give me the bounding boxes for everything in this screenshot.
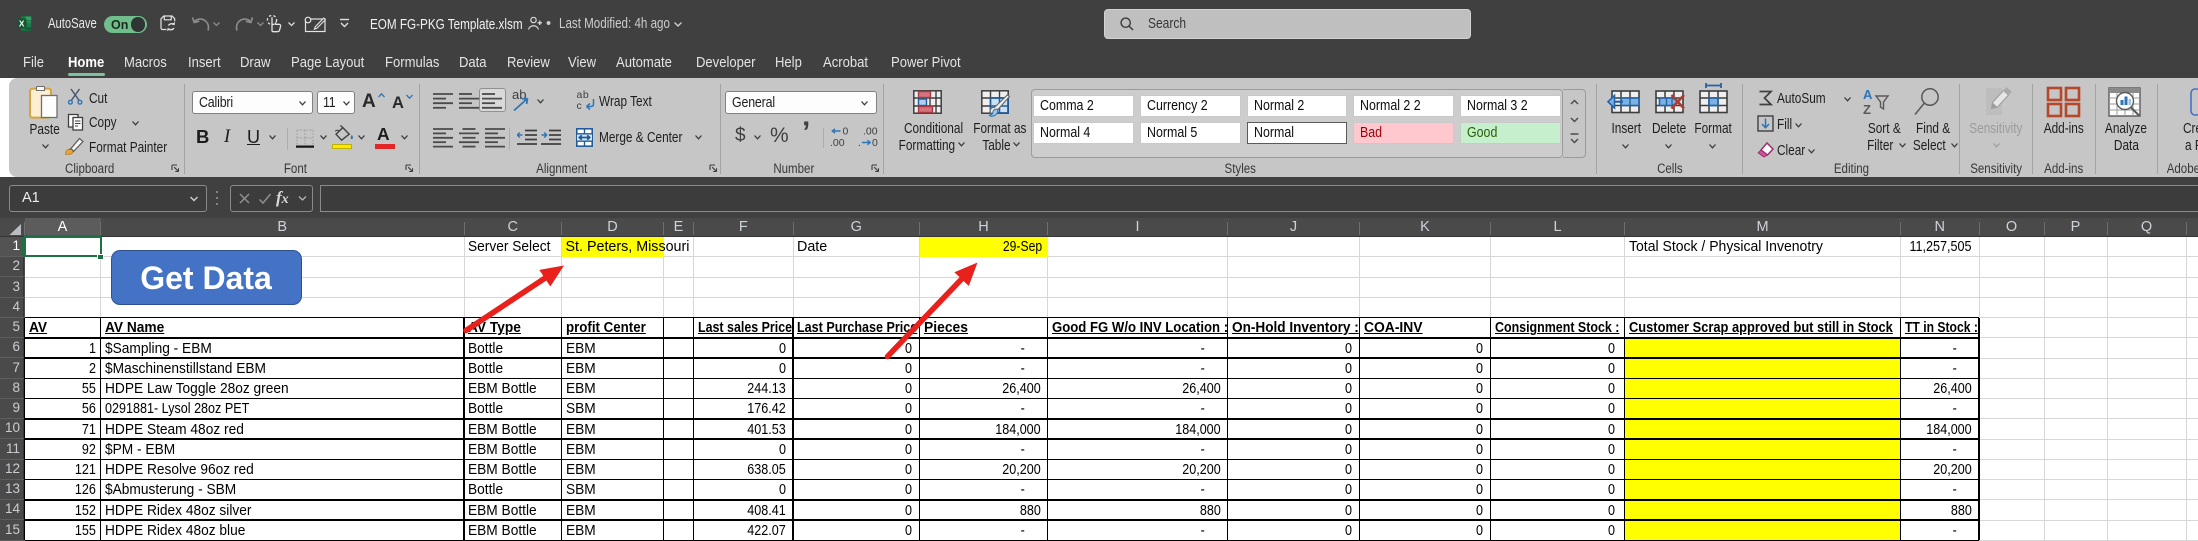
svg-text:Z: Z	[1863, 102, 1871, 115]
svg-text:A: A	[1863, 88, 1873, 102]
svg-text:0: 0	[843, 126, 849, 138]
svg-text:.00: .00	[830, 137, 845, 148]
svg-text:.: .	[858, 137, 861, 148]
svg-text:X: X	[19, 18, 25, 28]
